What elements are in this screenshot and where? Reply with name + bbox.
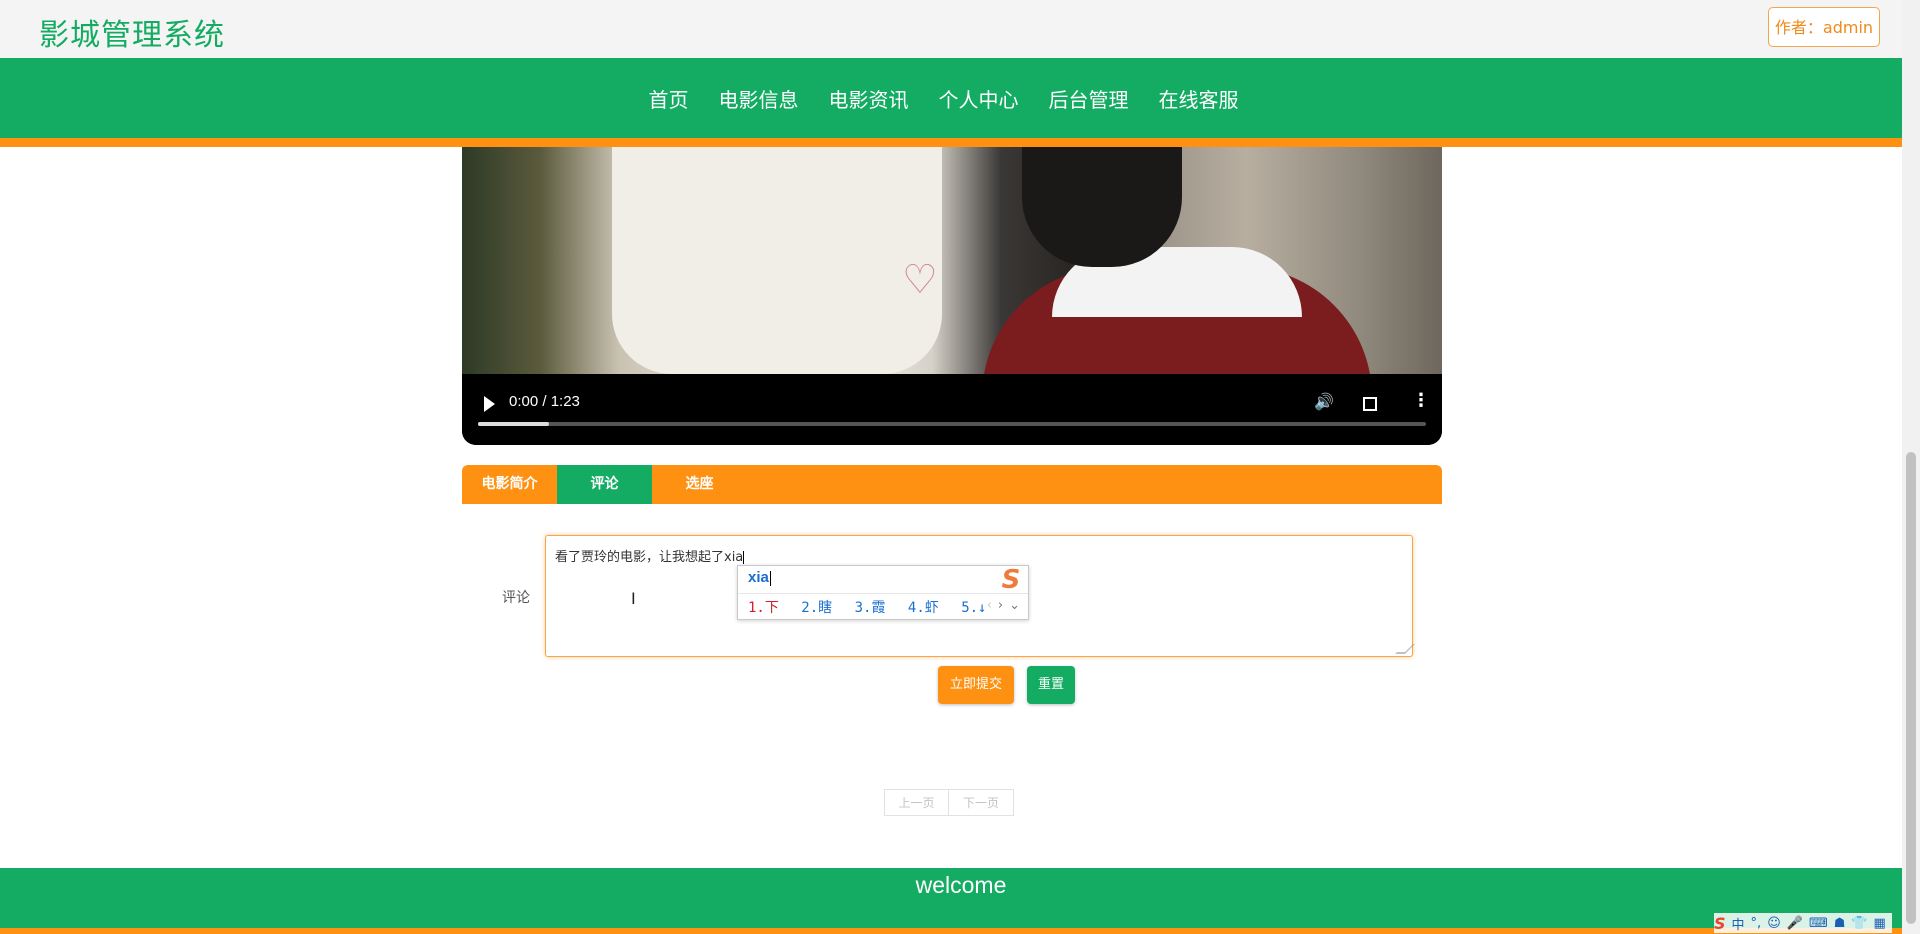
- ime-candidate[interactable]: 2.瞎: [801, 600, 832, 616]
- ime-candidate[interactable]: 1.下: [748, 600, 779, 616]
- ime-divider: [738, 593, 1028, 594]
- main-nav: 首页 电影信息 电影资讯 个人中心 后台管理 在线客服: [0, 58, 1902, 147]
- ime-page-nav: ‹ › ⌄: [981, 598, 1020, 613]
- video-scene-figure: [1022, 147, 1182, 267]
- video-scene-heart: ♡: [902, 257, 938, 303]
- user-icon[interactable]: ☗: [1834, 916, 1846, 931]
- site-title: 影城管理系统: [39, 18, 225, 53]
- ime-punctuation-indicator[interactable]: °,: [1751, 916, 1762, 931]
- ime-candidate-list: 1.下 2.瞎 3.霞 4.虾 5.↓: [748, 597, 1000, 617]
- footer-text: welcome: [915, 872, 1007, 898]
- video-player[interactable]: ♡ 0:00 / 1:23 🔊 ⋮: [462, 147, 1442, 445]
- resize-grip-icon[interactable]: [1395, 644, 1415, 654]
- comment-text: 看了贾玲的电影，让我想起了xia: [555, 550, 744, 565]
- sogou-tray-logo-icon[interactable]: S: [1714, 914, 1726, 933]
- pagination: 上一页 下一页: [884, 789, 1014, 816]
- video-progress-bar[interactable]: [478, 422, 1426, 426]
- video-time: 0:00 / 1:23: [509, 393, 580, 410]
- sogou-logo-icon: S: [1001, 565, 1021, 595]
- detail-tabs: 电影简介 评论 选座: [462, 465, 1442, 504]
- ime-candidate[interactable]: 4.虾: [908, 600, 939, 616]
- footer: welcome: [0, 868, 1902, 934]
- tab-movie-intro[interactable]: 电影简介: [462, 465, 557, 504]
- video-scene-figure: [612, 147, 942, 374]
- keyboard-icon[interactable]: ⌨: [1809, 916, 1828, 931]
- emoji-icon[interactable]: ☺: [1767, 916, 1781, 931]
- skin-icon[interactable]: 👕: [1851, 916, 1867, 931]
- prev-page-button[interactable]: 上一页: [884, 789, 949, 816]
- video-buffered-fill: [478, 422, 550, 426]
- ime-candidate-window: xia S 1.下 2.瞎 3.霞 4.虾 5.↓ ‹ › ⌄: [737, 565, 1029, 620]
- next-page-button[interactable]: 下一页: [949, 789, 1014, 816]
- ime-candidate[interactable]: 3.霞: [855, 600, 886, 616]
- nav-item-home[interactable]: 首页: [649, 84, 689, 113]
- nav-item-personal-center[interactable]: 个人中心: [939, 84, 1019, 113]
- play-icon[interactable]: [484, 396, 495, 412]
- chevron-right-icon[interactable]: ›: [998, 598, 1003, 613]
- author-button[interactable]: 作者：admin: [1768, 7, 1880, 47]
- page-scrollbar[interactable]: [1902, 0, 1920, 934]
- fullscreen-icon[interactable]: [1363, 397, 1377, 411]
- more-options-icon[interactable]: ⋮: [1412, 390, 1430, 411]
- ime-status-tray: S 中 °, ☺ 🎤 ⌨ ☗ 👕 ▦: [1714, 913, 1892, 933]
- submit-button[interactable]: 立即提交: [938, 666, 1014, 704]
- comment-label: 评论: [502, 590, 530, 606]
- toolbox-icon[interactable]: ▦: [1874, 916, 1886, 931]
- microphone-icon[interactable]: 🎤: [1787, 916, 1803, 931]
- ime-mode-indicator[interactable]: 中: [1732, 914, 1745, 933]
- video-controls: 0:00 / 1:23 🔊 ⋮: [462, 374, 1442, 445]
- chevron-left-icon[interactable]: ‹: [987, 598, 992, 613]
- video-frame[interactable]: ♡: [462, 147, 1442, 397]
- reset-button[interactable]: 重置: [1027, 666, 1075, 704]
- scrollbar-thumb[interactable]: [1906, 452, 1916, 924]
- ime-composition: xia: [748, 569, 771, 586]
- nav-item-admin[interactable]: 后台管理: [1049, 84, 1129, 113]
- nav-item-movie-info[interactable]: 电影信息: [719, 84, 799, 113]
- top-bar: 影城管理系统 作者：admin: [0, 0, 1902, 58]
- nav-item-customer-service[interactable]: 在线客服: [1159, 84, 1239, 113]
- volume-icon[interactable]: 🔊: [1314, 392, 1334, 411]
- nav-item-movie-news[interactable]: 电影资讯: [829, 84, 909, 113]
- tab-seat-selection[interactable]: 选座: [652, 465, 747, 504]
- text-cursor-icon: I: [631, 589, 636, 608]
- chevron-down-icon[interactable]: ⌄: [1009, 598, 1020, 613]
- tab-comments[interactable]: 评论: [557, 465, 652, 504]
